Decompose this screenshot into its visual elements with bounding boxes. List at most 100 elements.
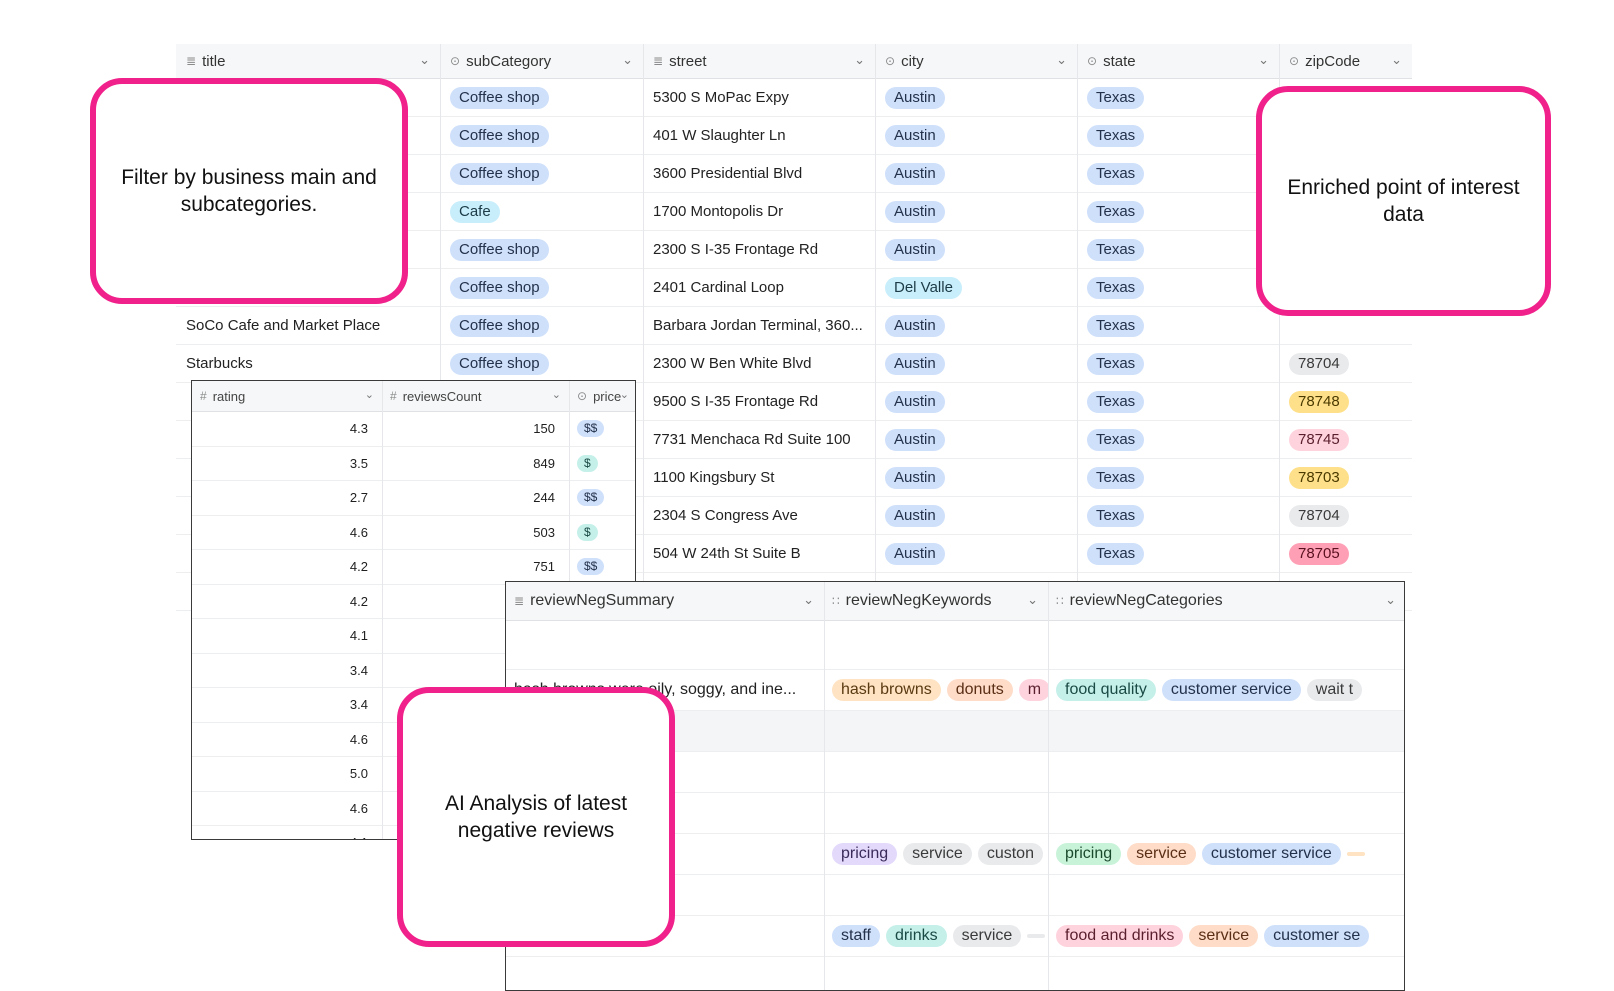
cell-street[interactable]: Barbara Jordan Terminal, 360...	[643, 307, 875, 344]
cell-state[interactable]: Texas	[1077, 535, 1279, 572]
cell-street[interactable]: 3600 Presidential Blvd	[643, 155, 875, 192]
cell-review-keywords[interactable]	[824, 752, 1048, 792]
cell-city[interactable]: Austin	[875, 459, 1077, 496]
cell-street[interactable]: 2300 S I-35 Frontage Rd	[643, 231, 875, 268]
chevron-down-icon[interactable]: ⌄	[419, 52, 430, 68]
table-row[interactable]: SoCo Cafe and Market Place Coffee shop Bar…	[176, 307, 1412, 345]
column-header-zipCode[interactable]: ⊙ zipCode ⌄	[1279, 44, 1412, 78]
column-header-street[interactable]: ≣ street ⌄	[643, 44, 875, 78]
cell-city[interactable]: Del Valle	[875, 269, 1077, 306]
cell-reviews-count[interactable]: 751	[382, 550, 569, 584]
column-header-reviewNegCategories[interactable]: ∷ reviewNegCategories ⌄	[1048, 582, 1404, 620]
cell-street[interactable]: 1700 Montopolis Dr	[643, 193, 875, 230]
cell-city[interactable]: Austin	[875, 193, 1077, 230]
cell-review-summary[interactable]	[506, 957, 824, 990]
cell-review-categories[interactable]	[1048, 752, 1404, 792]
cell-price[interactable]: $$	[569, 481, 635, 515]
cell-zip[interactable]: 78748	[1279, 383, 1412, 420]
cell-rating[interactable]: 4.2	[192, 550, 382, 584]
cell-state[interactable]: Texas	[1077, 155, 1279, 192]
chevron-down-icon[interactable]: ⌄	[622, 52, 633, 68]
cell-subCategory[interactable]: Coffee shop	[440, 231, 643, 268]
cell-rating[interactable]: 4.6	[192, 792, 382, 826]
cell-state[interactable]: Texas	[1077, 421, 1279, 458]
cell-state[interactable]: Texas	[1077, 345, 1279, 382]
column-header-reviewsCount[interactable]: # reviewsCount ⌄	[382, 381, 569, 411]
cell-price[interactable]: $	[569, 516, 635, 550]
cell-subCategory[interactable]: Coffee shop	[440, 269, 643, 306]
cell-state[interactable]: Texas	[1077, 117, 1279, 154]
chevron-down-icon[interactable]: ⌄	[1056, 52, 1067, 68]
cell-title[interactable]: Starbucks	[176, 345, 440, 382]
cell-state[interactable]: Texas	[1077, 307, 1279, 344]
cell-state[interactable]: Texas	[1077, 79, 1279, 116]
column-header-city[interactable]: ⊙ city ⌄	[875, 44, 1077, 78]
chevron-down-icon[interactable]: ⌄	[854, 52, 865, 68]
chevron-down-icon[interactable]: ⌄	[552, 388, 561, 401]
cell-city[interactable]: Austin	[875, 345, 1077, 382]
cell-review-categories[interactable]: pricing service customer service	[1048, 834, 1404, 874]
cell-rating[interactable]: 3.4	[192, 688, 382, 722]
chevron-down-icon[interactable]: ⌄	[365, 388, 374, 401]
column-header-title[interactable]: ≣ title ⌄	[176, 44, 440, 78]
cell-state[interactable]: Texas	[1077, 459, 1279, 496]
cell-rating[interactable]: 4.6	[192, 723, 382, 757]
cell-review-keywords[interactable]	[824, 957, 1048, 990]
cell-city[interactable]: Austin	[875, 117, 1077, 154]
cell-review-categories[interactable]: food quality customer service wait t	[1048, 670, 1404, 710]
cell-state[interactable]: Texas	[1077, 269, 1279, 306]
cell-street[interactable]: 5300 S MoPac Expy	[643, 79, 875, 116]
chevron-down-icon[interactable]: ⌄	[1258, 52, 1269, 68]
cell-review-keywords[interactable]	[824, 875, 1048, 915]
column-header-price[interactable]: ⊙ price ⌄	[569, 381, 635, 411]
cell-street[interactable]: 2300 W Ben White Blvd	[643, 345, 875, 382]
cell-review-categories[interactable]: food and drinks service customer se	[1048, 916, 1404, 956]
chevron-down-icon[interactable]: ⌄	[1391, 52, 1402, 68]
cell-rating[interactable]: 3.5	[192, 447, 382, 481]
cell-price[interactable]: $$	[569, 412, 635, 446]
cell-reviews-count[interactable]: 150	[382, 412, 569, 446]
cell-subCategory[interactable]: Coffee shop	[440, 79, 643, 116]
cell-rating[interactable]: 4.3	[192, 412, 382, 446]
cell-price[interactable]: $$	[569, 550, 635, 584]
cell-zip[interactable]: 78703	[1279, 459, 1412, 496]
cell-title[interactable]: SoCo Cafe and Market Place	[176, 307, 440, 344]
cell-subCategory[interactable]: Cafe	[440, 193, 643, 230]
cell-street[interactable]: 1100 Kingsbury St	[643, 459, 875, 496]
cell-review-categories[interactable]	[1048, 957, 1404, 990]
cell-zip[interactable]: 78745	[1279, 421, 1412, 458]
column-header-rating[interactable]: # rating ⌄	[192, 381, 382, 411]
cell-street[interactable]: 2401 Cardinal Loop	[643, 269, 875, 306]
cell-rating[interactable]: 4.1	[192, 619, 382, 653]
table-row[interactable]	[506, 957, 1404, 990]
cell-review-keywords[interactable]	[824, 621, 1048, 669]
cell-street[interactable]: 401 W Slaughter Ln	[643, 117, 875, 154]
cell-city[interactable]: Austin	[875, 231, 1077, 268]
cell-review-categories[interactable]	[1048, 875, 1404, 915]
cell-price[interactable]: $	[569, 447, 635, 481]
cell-reviews-count[interactable]: 503	[382, 516, 569, 550]
cell-state[interactable]: Texas	[1077, 383, 1279, 420]
cell-city[interactable]: Austin	[875, 421, 1077, 458]
cell-review-keywords[interactable]: staff drinks service	[824, 916, 1048, 956]
cell-city[interactable]: Austin	[875, 307, 1077, 344]
cell-street[interactable]: 2304 S Congress Ave	[643, 497, 875, 534]
cell-subCategory[interactable]: Coffee shop	[440, 117, 643, 154]
column-header-subCategory[interactable]: ⊙ subCategory ⌄	[440, 44, 643, 78]
cell-street[interactable]: 7731 Menchaca Rd Suite 100	[643, 421, 875, 458]
column-header-reviewNegSummary[interactable]: ≣ reviewNegSummary ⌄	[506, 582, 824, 620]
cell-reviews-count[interactable]: 849	[382, 447, 569, 481]
cell-state[interactable]: Texas	[1077, 497, 1279, 534]
table-row[interactable]: Starbucks Coffee shop 2300 W Ben White Blv…	[176, 345, 1412, 383]
cell-review-keywords[interactable]	[824, 711, 1048, 751]
cell-rating[interactable]: 2.7	[192, 481, 382, 515]
cell-subCategory[interactable]: Coffee shop	[440, 307, 643, 344]
cell-review-summary[interactable]	[506, 621, 824, 669]
cell-review-keywords[interactable]	[824, 793, 1048, 833]
column-header-reviewNegKeywords[interactable]: ∷ reviewNegKeywords ⌄	[824, 582, 1048, 620]
cell-city[interactable]: Austin	[875, 497, 1077, 534]
cell-review-categories[interactable]	[1048, 793, 1404, 833]
cell-review-keywords[interactable]: hash browns donuts m	[824, 670, 1048, 710]
cell-reviews-count[interactable]: 244	[382, 481, 569, 515]
table-row[interactable]	[506, 621, 1404, 670]
